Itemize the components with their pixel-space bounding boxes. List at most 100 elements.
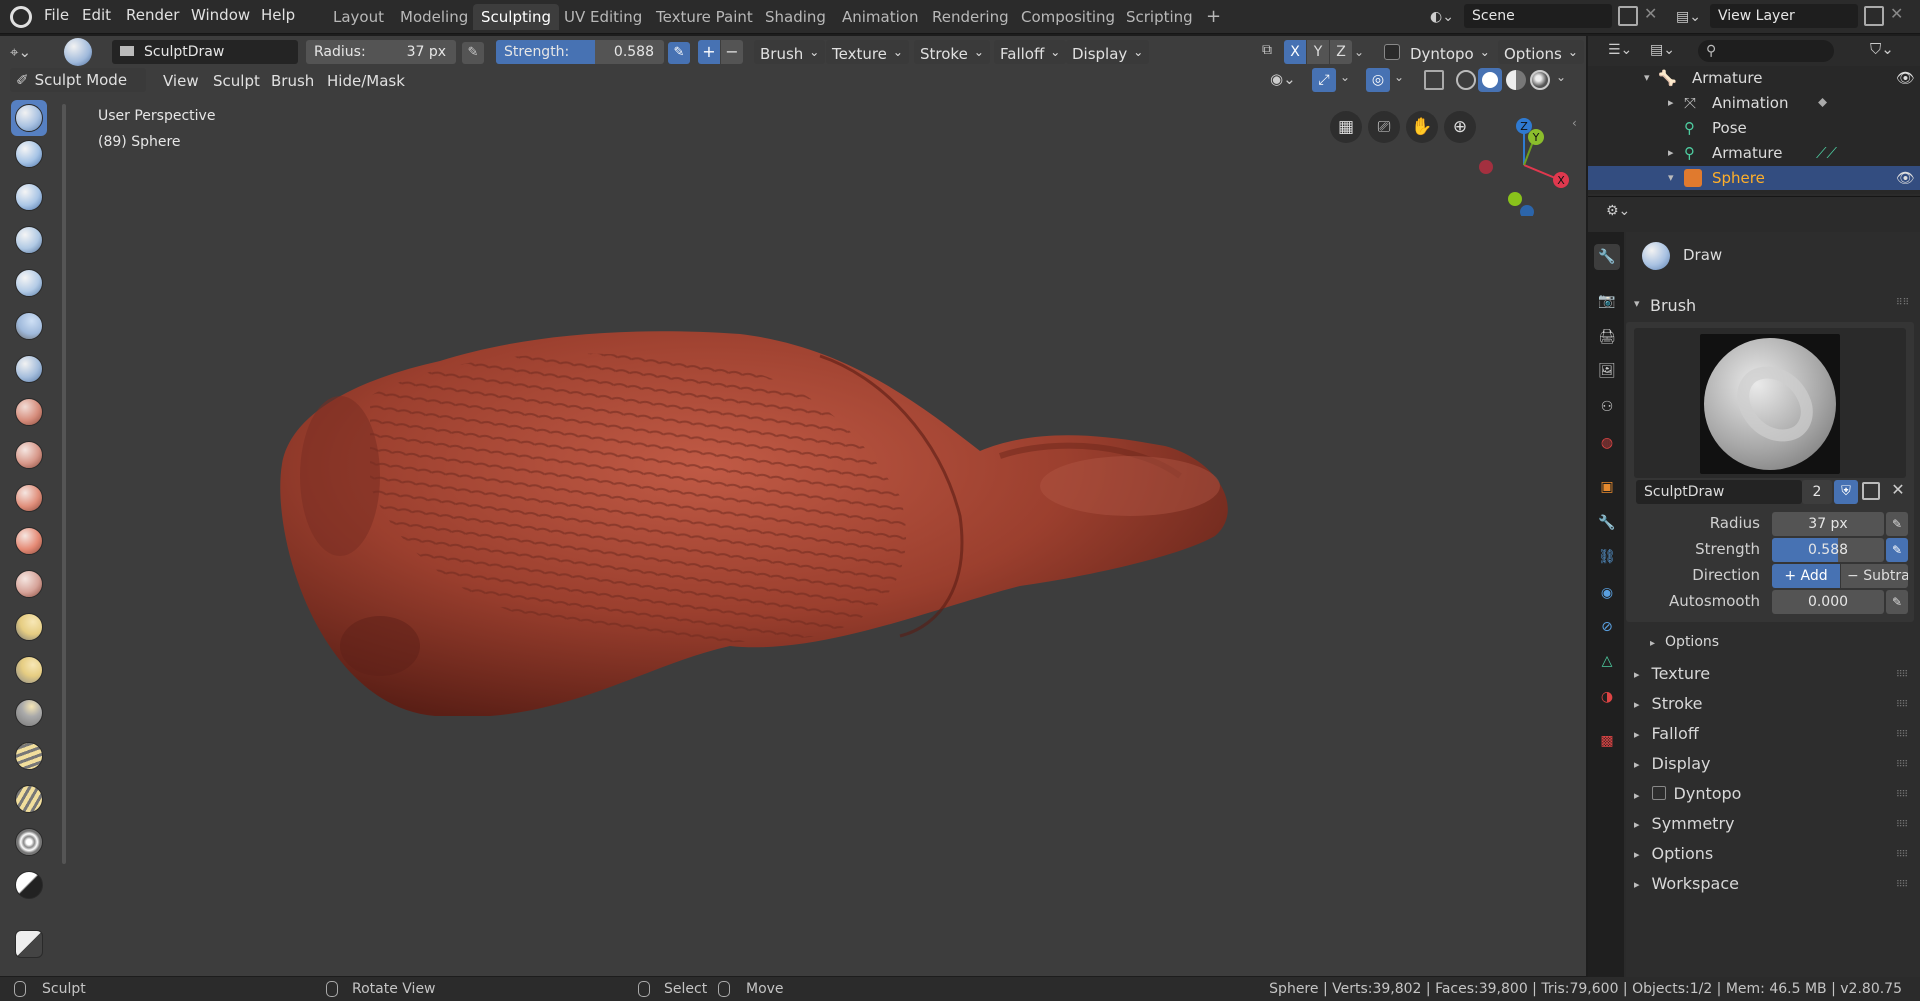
options-panel[interactable]: Options [1634, 844, 1714, 863]
display-panel[interactable]: Display [1634, 754, 1711, 773]
tool-thumb[interactable] [11, 738, 47, 774]
autosmooth-pressure-icon[interactable]: ✎ [1886, 590, 1908, 614]
autosmooth-field[interactable]: 0.000 [1772, 590, 1884, 614]
tool-layer[interactable] [11, 265, 47, 301]
xray-icon[interactable] [1424, 70, 1444, 90]
pan-hand-icon[interactable]: ✋ [1406, 111, 1438, 143]
menu-hide-mask[interactable]: Hide/Mask [327, 66, 405, 96]
object-properties-icon[interactable]: ▣ [1594, 474, 1620, 500]
material-shading-icon[interactable] [1506, 70, 1526, 90]
tool-rotate[interactable] [11, 824, 47, 860]
output-icon[interactable]: 🖨 [1594, 324, 1620, 350]
axis-y-toggle[interactable]: Y [1307, 40, 1329, 64]
filter-icon[interactable]: ⛉⌄ [1870, 40, 1894, 58]
visibility-icon[interactable]: ◉⌄ [1270, 70, 1304, 92]
radius-field[interactable]: Radius: 37 px [306, 40, 456, 64]
options-subpanel[interactable]: ▸ Options [1650, 634, 1719, 650]
symmetry-icon[interactable]: ⧉ [1262, 42, 1282, 62]
dyntopo-panel[interactable]: ▸ Dyntopo [1634, 784, 1741, 803]
drag-handle-icon[interactable]: ⠿⠿ [1896, 670, 1912, 680]
drag-handle-icon[interactable]: ⠿⠿ [1896, 820, 1912, 830]
tab-compositing[interactable]: Compositing [1013, 4, 1123, 30]
tool-box-mask[interactable] [11, 926, 47, 962]
navigation-gizmo[interactable]: Z Y X [1476, 112, 1580, 216]
tool-smooth[interactable] [11, 437, 47, 473]
brush-texture-preview[interactable] [1634, 328, 1906, 478]
outliner-search-input[interactable]: ⚲ [1698, 40, 1834, 62]
options-dropdown[interactable]: Options [1498, 40, 1584, 64]
brush-users-field[interactable]: 2 [1802, 480, 1832, 504]
new-view-layer-icon[interactable] [1864, 6, 1884, 26]
drag-handle-icon[interactable]: ⠿⠿ [1896, 850, 1912, 860]
outliner-row[interactable]: ▸ ⚲ Armature ⟋⟋ [1588, 141, 1920, 165]
view-layer-properties-icon[interactable]: 🖼 [1594, 358, 1620, 384]
strength-prop-slider[interactable]: 0.588 [1772, 538, 1884, 562]
tool-snake-hook[interactable] [11, 695, 47, 731]
texture-panel[interactable]: Texture [1634, 664, 1711, 683]
tab-layout[interactable]: Layout [325, 4, 392, 30]
tool-fill[interactable] [11, 523, 47, 559]
shading-chevron-icon[interactable]: ⌄ [1556, 70, 1568, 84]
constraints-icon[interactable]: ⊘ [1594, 614, 1620, 640]
brush-dropdown[interactable]: Brush [754, 40, 826, 64]
tab-modeling[interactable]: Modeling [392, 4, 476, 30]
tool-flatten[interactable] [11, 480, 47, 516]
tool-clay[interactable] [11, 179, 47, 215]
radius-prop-field[interactable]: 37 px [1772, 512, 1884, 536]
fake-user-shield-icon[interactable]: ⛨ [1834, 480, 1858, 504]
menu-help[interactable]: Help [261, 0, 295, 30]
grid-view-icon[interactable]: ▦ [1330, 111, 1362, 143]
drag-handle-icon[interactable]: ⠿⠿ [1896, 790, 1912, 800]
tab-scripting[interactable]: Scripting [1118, 4, 1201, 30]
rendered-shading-icon[interactable] [1530, 70, 1550, 90]
tool-mask[interactable] [11, 867, 47, 903]
view-layer-field[interactable]: View Layer [1710, 4, 1858, 28]
drag-handle-icon[interactable]: ⠿⠿ [1896, 700, 1912, 710]
zoom-icon[interactable]: ⊕ [1444, 111, 1476, 143]
outliner-row[interactable]: ▸ ⤧ Animation ⬥ [1588, 91, 1920, 115]
tool-settings-icon[interactable]: 🔧 [1594, 244, 1620, 270]
brush-datablock-field[interactable]: SculptDraw [1636, 480, 1802, 504]
delete-view-layer-icon[interactable]: ✕ [1890, 4, 1910, 28]
modifier-icon[interactable]: 🔧 [1594, 510, 1620, 536]
tab-uv-editing[interactable]: UV Editing [556, 4, 650, 30]
menu-file[interactable]: File [44, 0, 69, 30]
menu-brush[interactable]: Brush [271, 66, 314, 96]
3d-viewport[interactable]: ⌖⌄ SculptDraw Radius: 37 px ✎ Strength: … [0, 36, 1586, 976]
tab-rendering[interactable]: Rendering [924, 4, 1017, 30]
tool-crease[interactable] [11, 394, 47, 430]
drag-handle-icon[interactable]: ⠿⠿ [1896, 760, 1912, 770]
particles-icon[interactable]: ⛓ [1594, 544, 1620, 570]
mode-dropdown[interactable]: ✐ Sculpt Mode [10, 68, 146, 92]
dyntopo-dropdown[interactable]: Dyntopo [1404, 40, 1496, 64]
falloff-panel[interactable]: Falloff [1634, 724, 1699, 743]
wireframe-shading-icon[interactable] [1456, 70, 1476, 90]
sculpt-mesh[interactable] [260, 286, 1240, 716]
tool-inflate[interactable] [11, 308, 47, 344]
properties-editor-type-icon[interactable]: ⚙⌄ [1606, 203, 1630, 219]
tool-blob[interactable] [11, 351, 47, 387]
add-workspace-icon[interactable]: + [1198, 4, 1229, 30]
brush-name-field[interactable]: SculptDraw [112, 40, 298, 64]
display-dropdown[interactable]: Display [1066, 40, 1150, 64]
symmetry-chevron-icon[interactable]: ⌄ [1354, 40, 1368, 64]
scene-icon[interactable]: ◐⌄ [1430, 6, 1460, 28]
texture-icon[interactable]: ▩ [1594, 728, 1620, 754]
material-icon[interactable]: ◑ [1594, 684, 1620, 710]
outliner-row[interactable]: ⚲ Pose [1588, 116, 1920, 140]
tab-shading[interactable]: Shading [757, 4, 834, 30]
tab-sculpting[interactable]: Sculpting [473, 4, 560, 30]
eye-icon[interactable]: 👁 [1896, 66, 1915, 90]
new-scene-icon[interactable] [1618, 6, 1638, 26]
camera-view-icon[interactable]: ⎚ [1368, 111, 1400, 143]
view-layer-icon[interactable]: ▤⌄ [1676, 6, 1706, 28]
strength-pressure-icon[interactable]: ✎ [668, 42, 690, 64]
tab-animation[interactable]: Animation [834, 4, 926, 30]
direction-add-button[interactable]: + Add [1772, 564, 1840, 588]
gizmo-chevron-icon[interactable]: ⌄ [1340, 70, 1352, 84]
menu-sculpt[interactable]: Sculpt [213, 66, 260, 96]
render-icon[interactable]: 📷 [1594, 288, 1620, 314]
scene-properties-icon[interactable]: ⚇ [1594, 394, 1620, 420]
direction-add-icon[interactable]: + [698, 40, 720, 64]
blender-logo-icon[interactable] [10, 6, 32, 28]
